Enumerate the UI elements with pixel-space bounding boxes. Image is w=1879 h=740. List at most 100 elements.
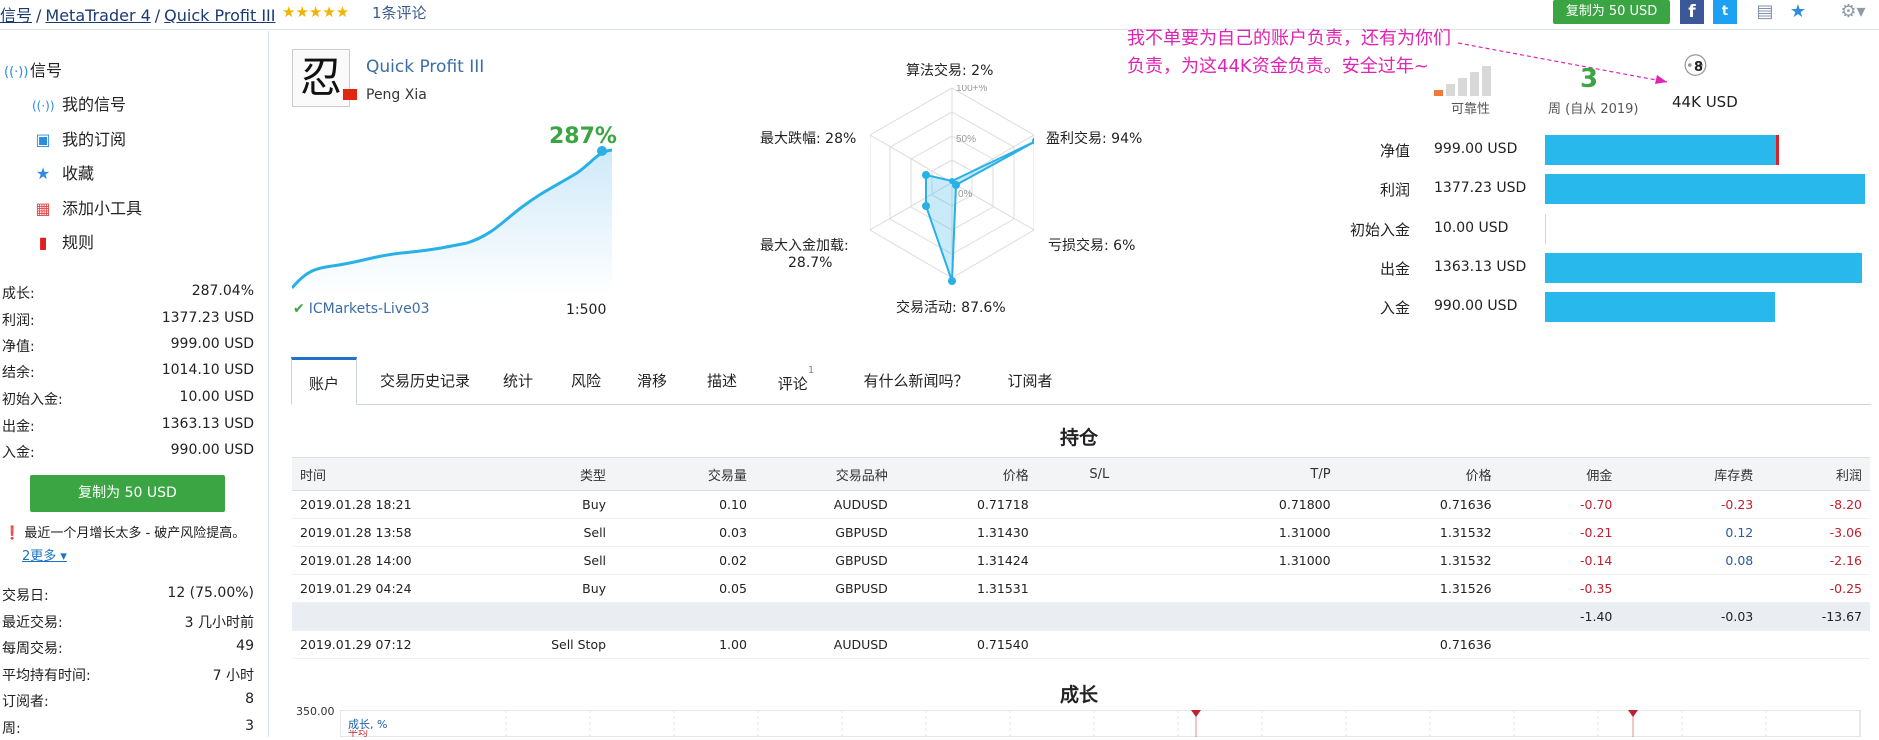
table-row: 2019.01.29 04:24 Buy 0.05 GBPUSD 1.31531 1.31…: [292, 574, 1870, 603]
cell-volume: 1.00: [614, 630, 755, 659]
cell-commission: -1.40: [1499, 602, 1621, 631]
sidebar-item-my-signals[interactable]: ((·)) 我的信号: [32, 91, 126, 115]
cell-swap: -0.03: [1620, 602, 1762, 631]
reliability-bars-icon: [1434, 66, 1491, 96]
stat-subscribers: 订阅者: 8: [2, 691, 254, 710]
growth-chart: [340, 710, 1861, 737]
tab-bar: 账户 交易历史记录 统计 风险 滑移 描述 评论1 有什么新闻吗？ 订阅者: [291, 357, 1871, 405]
tab-reviews[interactable]: 评论1: [767, 357, 825, 405]
radar-label-algo: 算法交易: 2%: [906, 63, 994, 79]
weeks-value: 3: [1580, 64, 1599, 94]
settings-gear-icon[interactable]: ⚙▾: [1838, 0, 1868, 24]
sidebar-item-add-widget[interactable]: ▦ 添加小工具: [32, 195, 142, 219]
col-type: 类型: [463, 457, 615, 491]
stat-avg-hold: 平均持有时间: 7 小时: [2, 668, 254, 684]
tab-statistics[interactable]: 统计: [495, 357, 541, 405]
radar-label-activity: 交易活动: 87.6%: [896, 300, 1006, 316]
stat-growth: 成长: 287.04%: [2, 283, 254, 302]
cell-type: Buy: [463, 574, 615, 603]
favorite-star-icon[interactable]: ★: [1786, 0, 1810, 24]
bar-deposits: 入金 990.00 USD: [1340, 292, 1879, 322]
stat-profit: 利润: 1377.23 USD: [2, 310, 254, 329]
top-bar: 信号 / MetaTrader 4/Quick Profit III ★★★★★ 1…: [0, 0, 1879, 30]
table-row-pending: 2019.01.29 07:12 Sell Stop 1.00 AUDUSD 0.715…: [292, 630, 1870, 659]
document-icon[interactable]: ▤: [1753, 0, 1777, 24]
cell-sl: [1036, 574, 1118, 603]
tab-news[interactable]: 有什么新闻吗？: [856, 357, 976, 405]
growth-mini-endpoint: [597, 146, 607, 156]
rating-stars: ★★★★★: [282, 3, 350, 21]
radar-chart: 100+% 50% 0%: [870, 85, 1034, 285]
bar-withdrawals-fill: [1545, 253, 1862, 283]
stat-equity: 净值: 999.00 USD: [2, 336, 254, 355]
table-row-totals: -1.40 -0.03 -13.67: [292, 602, 1870, 631]
cell-profit: [1761, 630, 1870, 659]
tab-account[interactable]: 账户: [291, 357, 357, 405]
breadcrumb-signals[interactable]: 信号: [0, 6, 32, 25]
cell-time: [292, 602, 464, 631]
growth-section-title: 成长: [1060, 684, 1099, 706]
cell-tp: 1.31000: [1117, 518, 1339, 547]
cell-sl: [1036, 490, 1118, 519]
broker-link[interactable]: ✔ ICMarkets-Live03: [293, 301, 430, 317]
cell-price: 1.31531: [895, 574, 1037, 603]
growth-mini-chart: [292, 148, 612, 295]
cell-commission: -0.70: [1499, 490, 1621, 519]
tab-risks[interactable]: 风险: [563, 357, 609, 405]
tab-history[interactable]: 交易历史记录: [370, 357, 480, 405]
stat-deposits: 入金: 990.00 USD: [2, 442, 254, 461]
growth-y-max-label: 350.00: [296, 705, 335, 718]
cell-time: 2019.01.28 13:58: [292, 518, 464, 547]
cell-sl: [1036, 630, 1118, 659]
cell-tp: [1117, 602, 1339, 631]
avatar: 忍: [292, 49, 350, 107]
copy-signal-button-top[interactable]: 复制为 50 USD: [1553, 0, 1670, 24]
review-count-link[interactable]: 1条评论: [372, 2, 427, 23]
cell-price: [895, 602, 1037, 631]
col-sl: S/L: [1036, 457, 1118, 491]
sidebar-item-favorites[interactable]: ★ 收藏: [32, 160, 94, 184]
radar-scale-100: 100+%: [956, 85, 988, 94]
tab-description[interactable]: 描述: [699, 357, 745, 405]
verified-check-icon: ✔: [293, 301, 305, 317]
bar-deposits-fill: [1545, 292, 1775, 322]
reliability-label: 可靠性: [1451, 102, 1491, 117]
cell-price: 1.31424: [895, 546, 1037, 575]
more-link[interactable]: 2更多 ▾: [22, 545, 67, 564]
breadcrumb-mt4[interactable]: MetaTrader 4: [45, 6, 150, 25]
table-header-row: 时间 类型 交易量 交易品种 价格 S/L T/P 价格 佣金 库存费 利润: [292, 457, 1870, 491]
cell-tp: 0.71800: [1117, 490, 1339, 519]
cell-swap: [1620, 630, 1762, 659]
cell-symbol: GBPUSD: [754, 574, 896, 603]
twitter-icon[interactable]: t: [1713, 0, 1737, 24]
cell-time: 2019.01.28 14:00: [292, 546, 464, 575]
signal-name[interactable]: Quick Profit III: [366, 57, 484, 77]
cell-volume: 0.02: [614, 546, 755, 575]
radar-label-max-drawdown: 最大跌幅: 28%: [760, 131, 857, 147]
col-profit: 利润: [1761, 457, 1870, 491]
cell-tp: [1117, 574, 1339, 603]
author-name[interactable]: Peng Xia: [366, 87, 427, 103]
sidebar-item-rules[interactable]: ▮ 规则: [32, 229, 94, 253]
facebook-icon[interactable]: f: [1680, 0, 1704, 24]
tab-subscribers[interactable]: 订阅者: [999, 357, 1061, 405]
copy-signal-button[interactable]: 复制为 50 USD: [30, 475, 225, 512]
cell-swap: -0.23: [1620, 490, 1762, 519]
sidebar-title[interactable]: ((·))信号: [4, 57, 62, 81]
cell-current-price: 1.31526: [1338, 574, 1500, 603]
sidebar-item-my-subscriptions[interactable]: ▣ 我的订阅: [32, 126, 126, 150]
bar-equity-fill: [1545, 135, 1778, 165]
cell-tp: 1.31000: [1117, 546, 1339, 575]
bar-initial-deposit-fill: [1545, 214, 1546, 244]
breadcrumb: 信号 / MetaTrader 4/Quick Profit III: [0, 6, 276, 25]
subscriber-funds: 44K USD: [1672, 93, 1738, 111]
stat-trades-per-week: 每周交易: 49: [2, 638, 254, 657]
cell-symbol: [754, 602, 896, 631]
cell-volume: 0.05: [614, 574, 755, 603]
cell-current-price: 0.71636: [1338, 490, 1500, 519]
bar-withdrawals: 出金 1363.13 USD: [1340, 253, 1879, 283]
cell-sl: [1036, 518, 1118, 547]
tab-slippage[interactable]: 滑移: [629, 357, 675, 405]
radar-label-max-load: 最大入金加载:: [760, 238, 849, 254]
breadcrumb-current[interactable]: Quick Profit III: [164, 6, 275, 25]
